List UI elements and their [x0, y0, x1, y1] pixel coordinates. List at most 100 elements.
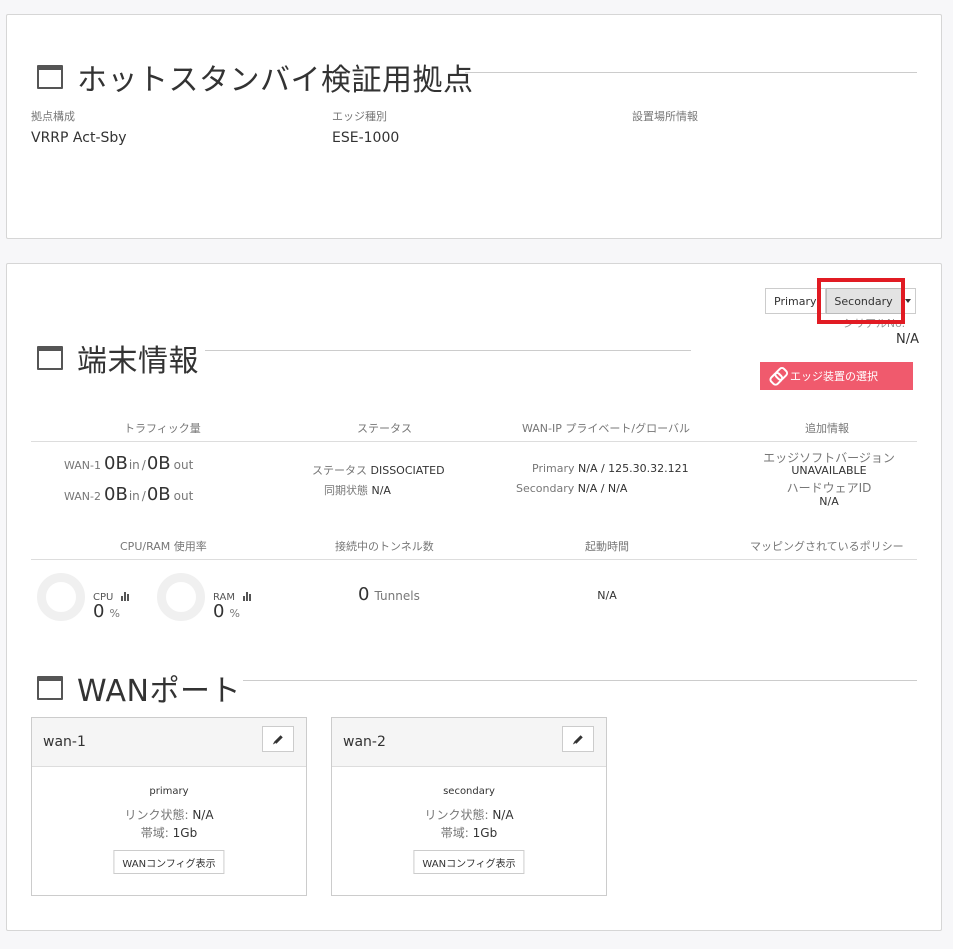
cpu-value: 0 — [93, 601, 105, 622]
device-header: 端末情報 — [37, 336, 199, 380]
wan-ip-secondary-value: N/A / N/A — [577, 482, 628, 495]
status-row: ステータス DISSOCIATED — [312, 462, 445, 478]
primary-button[interactable]: Primary — [765, 288, 826, 314]
sync-key: 同期状態 — [324, 484, 368, 497]
col-traffic: トラフィック量 — [124, 422, 201, 435]
link-status-value: N/A — [492, 808, 514, 822]
link-status-value: N/A — [192, 808, 214, 822]
col-policy: マッピングされているポリシー — [750, 540, 904, 553]
traffic-out-value: 0B — [146, 484, 171, 505]
bandwidth-row: 帯域: 1Gb — [332, 824, 606, 841]
col-extra: 追加情報 — [805, 422, 849, 435]
wan-ports-title: WANポート — [77, 674, 241, 709]
wan-card-header: wan-2 — [332, 718, 606, 767]
site-config-label: 拠点構成 — [31, 110, 75, 123]
col-uptime: 起動時間 — [585, 540, 629, 553]
bandwidth-label: 帯域: — [440, 826, 469, 840]
link-icon — [766, 365, 787, 386]
window-icon — [37, 676, 63, 700]
edit-button[interactable] — [562, 726, 594, 752]
wan-card-header: wan-1 — [32, 718, 306, 767]
traffic-in-value: 0B — [104, 453, 128, 474]
col-status: ステータス — [357, 422, 412, 435]
ram-donut — [157, 573, 205, 621]
edge-select-button[interactable]: エッジ装置の選択 — [760, 362, 913, 390]
wan-card-body: secondary リンク状態: N/A 帯域: 1Gb WANコンフィグ表示 — [332, 767, 606, 895]
pencil-icon — [273, 734, 283, 744]
bandwidth-value: 1Gb — [172, 826, 198, 840]
wan-config-button[interactable]: WANコンフィグ表示 — [113, 850, 225, 874]
sync-row: 同期状態 N/A — [324, 482, 391, 498]
title-divider — [465, 72, 917, 73]
wan-ports-header: WANポート — [37, 666, 241, 710]
cpu-unit: % — [109, 607, 120, 620]
col-tunnels: 接続中のトンネル数 — [335, 540, 434, 553]
edge-select-label: エッジ装置の選択 — [790, 370, 878, 383]
traffic-in-value: 0B — [104, 484, 128, 505]
site-config-value: VRRP Act-Sby — [31, 130, 127, 146]
cpu-value-row: 0 % — [93, 601, 120, 622]
uptime-value: N/A — [597, 589, 617, 602]
ram-value-row: 0 % — [213, 601, 240, 622]
device-switch: Primary Secondary — [765, 288, 916, 314]
bandwidth-label: 帯域: — [140, 826, 169, 840]
site-header: ホットスタンバイ検証用拠点 — [37, 55, 474, 99]
link-status-row: リンク状態: N/A — [32, 806, 306, 823]
sync-value: N/A — [371, 484, 391, 497]
bandwidth-row: 帯域: 1Gb — [32, 824, 306, 841]
traffic-sep: / — [141, 458, 146, 472]
site-panel: ホットスタンバイ検証用拠点 拠点構成 VRRP Act-Sby エッジ種別 ES… — [6, 14, 942, 239]
traffic-in-unit: in — [128, 489, 140, 503]
traffic-wan2: WAN-2 0B in / 0B out — [64, 484, 194, 505]
traffic-out-unit: out — [173, 458, 194, 472]
edge-type-label: エッジ種別 — [332, 110, 387, 123]
traffic-label: WAN-1 — [64, 459, 101, 472]
title-divider — [205, 350, 691, 351]
ram-value: 0 — [213, 601, 225, 622]
wan-ip-primary-row: Primary N/A / 125.30.32.121 — [532, 462, 689, 475]
location-label: 設置場所情報 — [632, 110, 698, 123]
window-icon — [37, 65, 63, 89]
link-status-row: リンク状態: N/A — [332, 806, 606, 823]
traffic-sep: / — [141, 489, 146, 503]
wan-name: wan-1 — [43, 734, 86, 750]
serial-value: N/A — [896, 332, 919, 347]
wan-ip-secondary-key: Secondary — [516, 482, 575, 495]
wan-role: secondary — [443, 786, 495, 797]
pencil-icon — [573, 734, 583, 744]
cpu-donut — [37, 573, 85, 621]
switch-dropdown-toggle[interactable] — [901, 288, 916, 314]
title-divider — [243, 680, 917, 681]
traffic-out-unit: out — [173, 489, 194, 503]
wan-config-button[interactable]: WANコンフィグ表示 — [413, 850, 525, 874]
col-cpu-ram: CPU/RAM 使用率 — [120, 540, 207, 553]
device-title: 端末情報 — [77, 344, 199, 379]
secondary-button[interactable]: Secondary — [825, 288, 902, 314]
ram-unit: % — [229, 607, 240, 620]
traffic-label: WAN-2 — [64, 490, 101, 503]
serial-label: シリアルNo. — [843, 317, 906, 330]
traffic-wan1: WAN-1 0B in / 0B out — [64, 453, 194, 474]
hw-id-value: N/A — [819, 495, 839, 508]
traffic-in-unit: in — [128, 458, 140, 472]
wan-ip-secondary-row: Secondary N/A / N/A — [516, 482, 627, 495]
wan-card: wan-2 secondary リンク状態: N/A 帯域: 1Gb WANコン… — [331, 717, 607, 896]
tunnels-value: 0 — [358, 584, 370, 605]
header-divider — [31, 559, 917, 560]
wan-card-body: primary リンク状態: N/A 帯域: 1Gb WANコンフィグ表示 — [32, 767, 306, 895]
hw-id-label: ハードウェアID — [786, 481, 872, 495]
site-title: ホットスタンバイ検証用拠点 — [77, 63, 474, 98]
link-status-label: リンク状態: — [424, 808, 489, 822]
wan-name: wan-2 — [343, 734, 386, 750]
bandwidth-value: 1Gb — [472, 826, 498, 840]
col-wan-ip: WAN-IP プライベート/グローバル — [522, 422, 690, 435]
status-value: DISSOCIATED — [370, 464, 445, 477]
link-status-label: リンク状態: — [124, 808, 189, 822]
bar-chart-icon — [121, 592, 131, 601]
wan-role: primary — [149, 786, 189, 797]
header-divider — [31, 441, 917, 442]
edit-button[interactable] — [262, 726, 294, 752]
sw-version-value: UNAVAILABLE — [791, 464, 867, 477]
edge-type-value: ESE-1000 — [332, 130, 400, 146]
status-key: ステータス — [312, 464, 367, 477]
